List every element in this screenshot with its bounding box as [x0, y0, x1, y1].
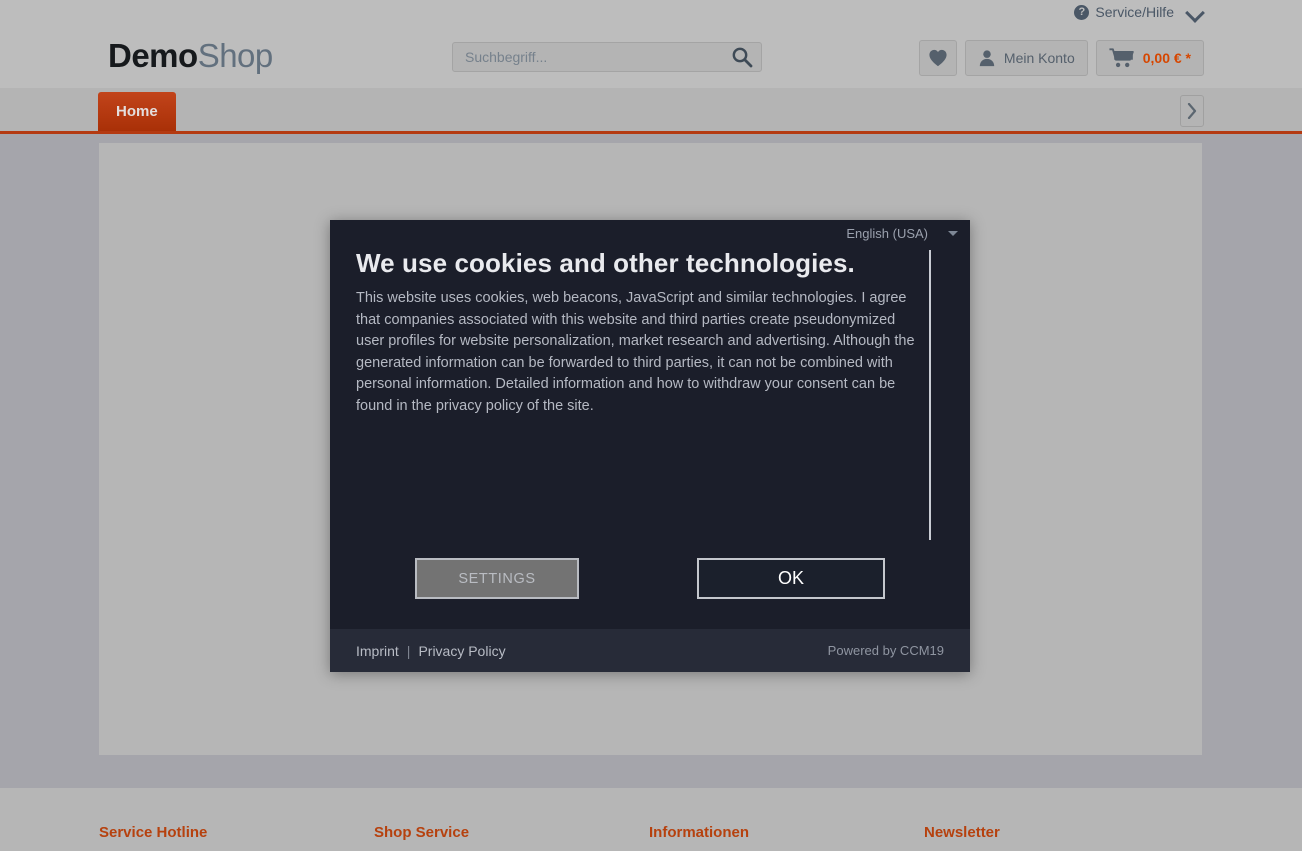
dialog-footer-links: Imprint | Privacy Policy	[356, 643, 506, 659]
cart-button[interactable]: 0,00 € *	[1095, 40, 1204, 76]
search-icon	[732, 47, 753, 68]
top-utility-bar: ? Service/Hilfe	[0, 0, 1302, 30]
powered-by-label: Powered by CCM19	[827, 643, 944, 658]
heart-icon	[929, 49, 947, 67]
ok-button[interactable]: OK	[697, 558, 885, 599]
question-circle-icon: ?	[1074, 4, 1090, 20]
footer-heading-shop-service: Shop Service	[374, 824, 470, 841]
navigation-inner: Home	[98, 88, 1204, 131]
site-footer: Service Hotline Shop Service Information…	[0, 788, 1302, 851]
nav-next-button[interactable]	[1180, 95, 1204, 127]
account-label: Mein Konto	[1003, 50, 1075, 66]
service-help-label: Service/Hilfe	[1095, 4, 1174, 20]
search-input[interactable]	[463, 43, 718, 71]
settings-button-label: SETTINGS	[458, 570, 536, 587]
settings-button[interactable]: SETTINGS	[415, 558, 579, 599]
shopping-cart-icon	[1109, 48, 1134, 68]
search-button[interactable]	[729, 45, 755, 71]
dialog-scrollbar[interactable]	[929, 250, 931, 540]
account-button[interactable]: Mein Konto	[964, 40, 1088, 76]
imprint-link[interactable]: Imprint	[356, 643, 399, 659]
logo-primary-text: Demo	[108, 37, 198, 74]
cookie-consent-dialog: English (USA) We use cookies and other t…	[330, 220, 970, 672]
footer-link-separator: |	[406, 642, 411, 659]
language-selector[interactable]: English (USA)	[846, 226, 958, 241]
cart-total: 0,00 € *	[1142, 50, 1191, 66]
footer-columns: Service Hotline Shop Service Information…	[99, 824, 1202, 841]
dialog-title: We use cookies and other technologies.	[356, 248, 855, 278]
dialog-body-text: This website uses cookies, web beacons, …	[356, 290, 915, 414]
footer-heading-newsletter: Newsletter	[924, 824, 1000, 841]
chevron-right-icon	[1187, 103, 1197, 119]
footer-heading-informationen: Informationen	[649, 824, 749, 841]
dialog-footer: Imprint | Privacy Policy Powered by CCM1…	[330, 629, 970, 672]
logo-secondary-text: Shop	[197, 37, 274, 74]
ok-button-label: OK	[777, 568, 804, 588]
nav-item-home[interactable]: Home	[98, 92, 176, 131]
service-help-menu[interactable]: ? Service/Hilfe	[1074, 4, 1204, 20]
wishlist-button[interactable]	[918, 40, 957, 76]
main-navigation: Home	[0, 88, 1302, 131]
user-icon	[979, 50, 995, 67]
chevron-down-icon	[1186, 6, 1204, 18]
language-selector-label: English (USA)	[846, 226, 928, 241]
site-header: DemoShop Mein Konto	[0, 30, 1302, 88]
header-actions: Mein Konto 0,00 € *	[918, 40, 1204, 76]
privacy-policy-link[interactable]: Privacy Policy	[418, 643, 505, 659]
dialog-button-row: SETTINGS OK	[330, 558, 970, 618]
caret-down-icon	[948, 231, 958, 236]
footer-heading-service-hotline: Service Hotline	[99, 824, 208, 841]
nav-item-home-label: Home	[116, 103, 158, 120]
search-bar[interactable]	[452, 42, 762, 72]
site-logo[interactable]: DemoShop	[108, 36, 273, 76]
